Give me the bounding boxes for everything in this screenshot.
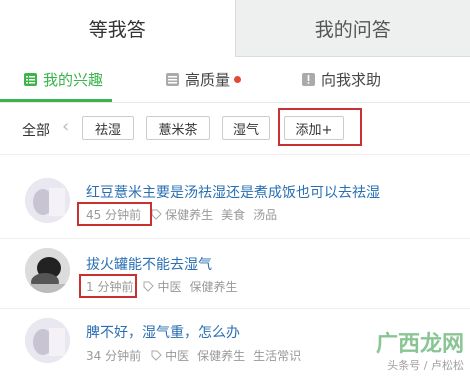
subtab-ask-me-for-help[interactable]: 向我求助 [302, 57, 381, 102]
question-item-1[interactable]: 红豆薏米主要是汤祛湿还是煮成饭也可以去祛湿 45 分钟前 保健养生 美食 汤品 [0, 168, 470, 238]
watermark-sub-text: 头条号 / 卢松松 [376, 357, 464, 373]
watermark: 广西龙网 头条号 / 卢松松 [376, 333, 464, 373]
stack-icon [166, 73, 179, 86]
subtab-high-quality[interactable]: 高质量 [166, 57, 241, 102]
question-time: 34 分钟前 [86, 347, 141, 364]
list-icon [24, 73, 37, 86]
highlight-box-time [77, 202, 152, 226]
subtab-high-quality-label: 高质量 [185, 69, 230, 90]
question-title[interactable]: 红豆薏米主要是汤祛湿还是煮成饭也可以去祛湿 [86, 182, 380, 202]
chip-qushi[interactable]: 祛湿 [82, 116, 134, 140]
filter-all[interactable]: 全部 [22, 120, 50, 140]
top-tab-bar: 等我答 我的问答 [0, 0, 470, 57]
subtab-my-interest-label: 我的兴趣 [43, 69, 103, 90]
watermark-logo-text: 广西龙网 [376, 333, 464, 357]
avatar [25, 318, 70, 363]
chip-shiqi[interactable]: 湿气 [222, 116, 270, 140]
question-title[interactable]: 拔火罐能不能去湿气 [86, 254, 212, 274]
tag[interactable]: 生活常识 [253, 347, 301, 364]
avatar [25, 178, 70, 223]
tag-icon [143, 281, 154, 292]
question-item-2[interactable]: 拔火罐能不能去湿气 1 分钟前 中医 保健养生 [0, 240, 470, 310]
avatar [25, 248, 70, 293]
divider [0, 308, 470, 309]
chip-yimi-tea[interactable]: 薏米茶 [146, 116, 210, 140]
interest-filter-bar: 全部 ‹ 祛湿 薏米茶 湿气 添加+ [0, 102, 470, 155]
question-meta: 34 分钟前 中医 保健养生 生活常识 [86, 347, 309, 364]
tag[interactable]: 美食 [221, 206, 245, 223]
tag[interactable]: 保健养生 [165, 206, 213, 223]
highlight-box-time [79, 274, 137, 298]
tag-icon [151, 209, 162, 220]
sub-tab-bar: 我的兴趣 高质量 向我求助 [0, 57, 470, 103]
new-indicator-dot [234, 76, 241, 83]
question-title[interactable]: 脾不好，湿气重，怎么办 [86, 322, 240, 342]
tag[interactable]: 保健养生 [197, 347, 245, 364]
subtab-my-interest[interactable]: 我的兴趣 [24, 57, 103, 102]
tag[interactable]: 汤品 [253, 206, 277, 223]
subtab-ask-me-for-help-label: 向我求助 [321, 69, 381, 90]
tab-my-qa[interactable]: 我的问答 [235, 0, 470, 57]
tag[interactable]: 中医 [165, 347, 189, 364]
tab-waiting-for-answer[interactable]: 等我答 [0, 0, 235, 57]
exclamation-icon [302, 73, 315, 86]
tag[interactable]: 保健养生 [189, 278, 237, 295]
highlight-box-add [278, 108, 362, 146]
divider [0, 238, 470, 239]
tag-icon [151, 350, 162, 361]
tag[interactable]: 中医 [157, 278, 181, 295]
chevron-left-icon[interactable]: ‹ [62, 116, 69, 137]
